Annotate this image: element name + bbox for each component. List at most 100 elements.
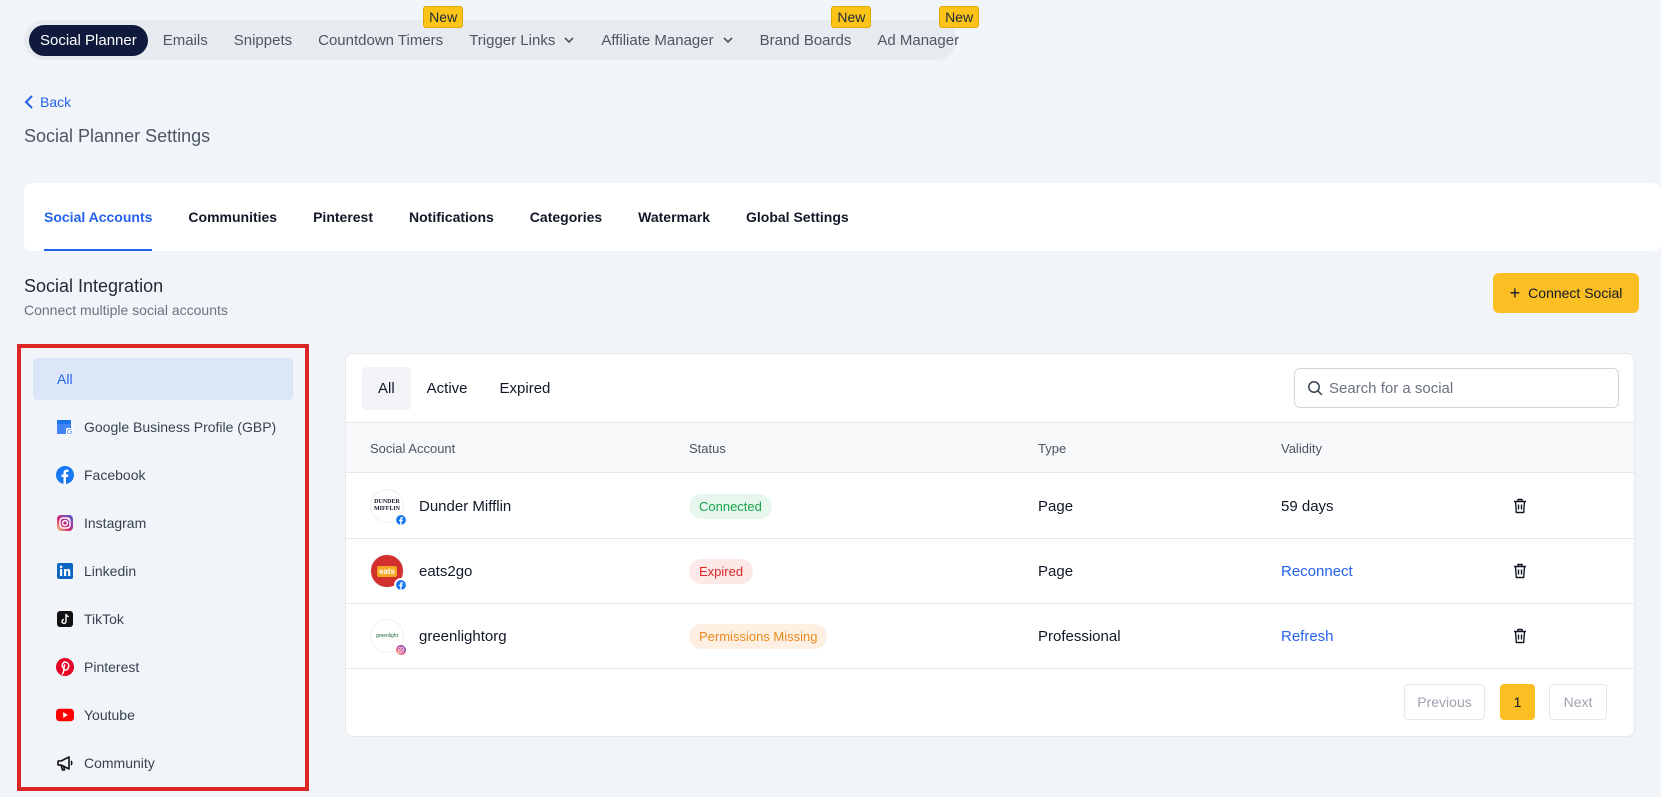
type-cell: Page: [1038, 497, 1074, 515]
nav-emails[interactable]: Emails: [152, 25, 219, 56]
sidebar-item-label: Youtube: [84, 707, 135, 723]
avatar-text: eats: [376, 565, 397, 577]
trash-icon: [1514, 498, 1526, 514]
tab-social-accounts[interactable]: Social Accounts: [44, 183, 153, 251]
facebook-icon: [394, 513, 408, 527]
top-nav: Social Planner Emails Snippets Countdown…: [24, 5, 980, 60]
connect-social-button[interactable]: + Connect Social: [1493, 273, 1639, 313]
refresh-link[interactable]: Refresh: [1281, 604, 1334, 668]
trash-icon: [1514, 563, 1526, 579]
status-badge: Expired: [689, 558, 754, 584]
col-status: Status: [689, 441, 726, 456]
sidebar-item-pinterest[interactable]: Pinterest: [33, 646, 293, 688]
filter-all[interactable]: All: [362, 367, 411, 410]
svg-text:G: G: [67, 428, 72, 436]
sidebar-item-label: Pinterest: [84, 659, 140, 675]
section-subtitle: Connect multiple social accounts: [24, 302, 228, 318]
nav-label: Affiliate Manager: [601, 31, 714, 49]
sidebar-item-label: Facebook: [84, 467, 146, 483]
megaphone-icon: [56, 754, 74, 772]
sidebar-item-label: All: [57, 371, 73, 387]
search-input[interactable]: [1329, 379, 1609, 397]
trash-icon: [1514, 628, 1526, 644]
sidebar-item-label: Linkedin: [84, 563, 137, 579]
page-title: Social Planner Settings: [24, 126, 211, 146]
col-type: Type: [1038, 441, 1067, 456]
connect-social-label: Connect Social: [1528, 285, 1623, 301]
delete-button[interactable]: [1513, 474, 1527, 538]
table-row: greenlight greenlightorg Permissions Mis…: [346, 604, 1634, 669]
account-cell: eats eats2go: [370, 539, 472, 603]
linkedin-icon: [56, 562, 74, 580]
sidebar-item-linkedin[interactable]: Linkedin: [33, 550, 293, 592]
settings-tabs: Social Accounts Communities Pinterest No…: [24, 183, 1661, 251]
nav-label: Social Planner: [40, 31, 137, 49]
col-validity: Validity: [1281, 441, 1322, 456]
nav-label: Ad Manager: [877, 31, 960, 49]
delete-button[interactable]: [1513, 539, 1527, 603]
back-link[interactable]: Back: [24, 94, 71, 110]
account-name: eats2go: [419, 562, 473, 580]
facebook-icon: [56, 466, 74, 484]
nav-countdown-timers[interactable]: Countdown Timers New: [307, 5, 464, 56]
avatar: DUNDER MIFFLIN: [370, 489, 408, 527]
nav-ad-manager[interactable]: Ad Manager New: [866, 5, 980, 56]
tab-pinterest[interactable]: Pinterest: [313, 183, 373, 251]
nav-label: Countdown Timers: [318, 31, 444, 49]
sidebar-item-instagram[interactable]: Instagram: [33, 502, 293, 544]
avatar: greenlight: [370, 619, 408, 657]
table-row: DUNDER MIFFLIN Dunder Mifflin Connected …: [346, 474, 1634, 539]
avatar: eats: [370, 554, 408, 592]
previous-page-button[interactable]: Previous: [1404, 684, 1485, 720]
sidebar-item-label: Google Business Profile (GBP): [84, 419, 277, 435]
account-cell: DUNDER MIFFLIN Dunder Mifflin: [370, 474, 511, 538]
account-name: greenlightorg: [419, 627, 507, 645]
status-cell: Expired: [689, 539, 754, 603]
sidebar-item-all[interactable]: All: [33, 358, 293, 400]
instagram-icon: [56, 514, 74, 532]
social-accounts-panel: All Active Expired Social Account Status…: [345, 353, 1635, 737]
type-cell: Page: [1038, 562, 1074, 580]
nav-label: Emails: [162, 31, 208, 49]
status-cell: Connected: [689, 474, 772, 538]
next-page-button[interactable]: Next: [1549, 684, 1607, 720]
filter-active[interactable]: Active: [411, 367, 484, 410]
sidebar-item-label: Instagram: [84, 515, 147, 531]
tab-categories[interactable]: Categories: [530, 183, 602, 251]
chevron-down-icon: [723, 37, 733, 44]
nav-affiliate-manager[interactable]: Affiliate Manager: [590, 25, 744, 56]
new-badge: New: [939, 5, 980, 28]
nav-trigger-links[interactable]: Trigger Links: [458, 25, 586, 56]
reconnect-link[interactable]: Reconnect: [1281, 539, 1353, 603]
new-badge: New: [423, 5, 464, 28]
instagram-icon: [394, 643, 408, 657]
validity-cell: 59 days: [1281, 497, 1334, 515]
pinterest-icon: [56, 658, 74, 676]
sidebar-item-facebook[interactable]: Facebook: [33, 454, 293, 496]
delete-button[interactable]: [1513, 604, 1527, 668]
filter-expired[interactable]: Expired: [484, 367, 567, 410]
sidebar-item-youtube[interactable]: Youtube: [33, 694, 293, 736]
nav-snippets[interactable]: Snippets: [223, 25, 303, 56]
tab-notifications[interactable]: Notifications: [409, 183, 494, 251]
nav-social-planner[interactable]: Social Planner: [29, 24, 148, 56]
chevron-left-icon: [24, 95, 33, 109]
account-cell: greenlight greenlightorg: [370, 604, 507, 668]
sidebar-item-community[interactable]: Community: [33, 742, 293, 784]
sidebar-item-tiktok[interactable]: TikTok: [33, 598, 293, 640]
tab-communities[interactable]: Communities: [188, 183, 277, 251]
social-filter-sidebar: All G Google Business Profile (GBP) Face…: [17, 344, 309, 791]
plus-icon: +: [1509, 283, 1521, 303]
avatar-text: greenlight: [376, 633, 398, 639]
search-box[interactable]: [1294, 368, 1619, 408]
youtube-icon: [56, 706, 74, 724]
nav-brand-boards[interactable]: Brand Boards New: [749, 5, 872, 56]
status-cell: Permissions Missing: [689, 604, 828, 668]
tab-global-settings[interactable]: Global Settings: [746, 183, 849, 251]
table-header: Social Account Status Type Validity: [346, 422, 1634, 473]
sidebar-item-gbp[interactable]: G Google Business Profile (GBP): [33, 406, 293, 448]
google-business-icon: G: [56, 418, 74, 436]
nav-label: Trigger Links: [469, 31, 556, 49]
page-number-button[interactable]: 1: [1500, 684, 1535, 720]
tab-watermark[interactable]: Watermark: [638, 183, 710, 251]
